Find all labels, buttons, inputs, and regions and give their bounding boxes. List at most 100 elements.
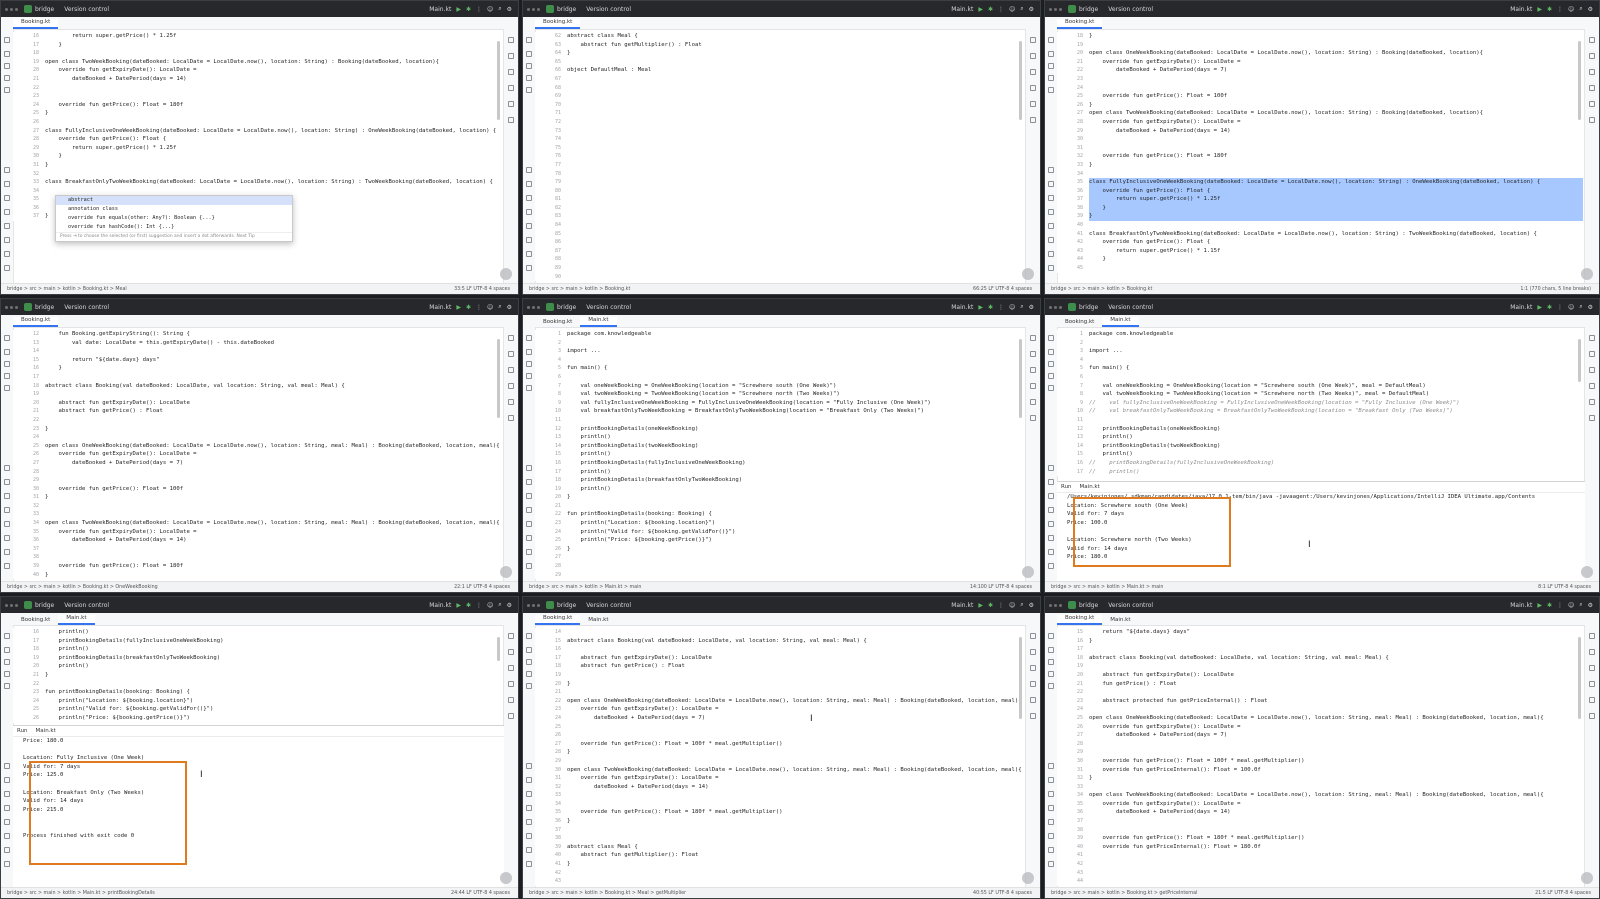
window-control-dot[interactable] — [10, 305, 13, 309]
tool-window-icon[interactable] — [4, 181, 10, 187]
tool-window-icon[interactable] — [526, 535, 532, 541]
tool-window-icon[interactable] — [1048, 75, 1054, 81]
version-control-menu[interactable]: Version control — [64, 304, 109, 311]
tool-window-icon[interactable] — [4, 647, 10, 653]
tool-window-icon[interactable] — [1030, 335, 1036, 341]
tab-booking-kt[interactable]: Booking.kt — [1057, 19, 1103, 29]
breadcrumb[interactable]: bridge > src > main > kotlin > Main.kt >… — [1, 891, 155, 896]
tool-window-icon[interactable] — [4, 763, 10, 769]
code-editor[interactable]: fun Booking.getExpiryString(): String { … — [45, 330, 502, 584]
bug-icon[interactable]: ✱ — [988, 304, 993, 311]
code-editor[interactable]: package com.knowledgeable import ... fun m… — [567, 330, 1024, 584]
window-control-dot[interactable] — [537, 7, 540, 11]
ai-assistant-icon[interactable] — [1022, 268, 1034, 280]
tool-window-icon[interactable] — [4, 209, 10, 215]
tool-window-icon[interactable] — [4, 479, 10, 485]
tool-window-icon[interactable] — [508, 415, 514, 421]
tool-window-icon[interactable] — [526, 373, 532, 379]
window-control-dot[interactable] — [1054, 7, 1057, 11]
tool-window-icon[interactable] — [4, 563, 10, 569]
project-name[interactable]: bridge — [35, 602, 54, 609]
tool-window-icon[interactable] — [4, 535, 10, 541]
tool-window-icon[interactable] — [508, 713, 514, 719]
tool-window-icon[interactable] — [1048, 683, 1054, 689]
play-icon[interactable]: ▶ — [1537, 304, 1542, 311]
version-control-menu[interactable]: Version control — [586, 304, 631, 311]
tool-window-icon[interactable] — [1589, 399, 1595, 405]
tool-window-icon[interactable] — [1048, 181, 1054, 187]
tool-window-icon[interactable] — [4, 195, 10, 201]
tool-window-icon[interactable] — [1048, 847, 1054, 853]
tool-window-icon[interactable] — [1048, 373, 1054, 379]
window-control-dot[interactable] — [1054, 603, 1057, 607]
tool-window-icon[interactable] — [4, 87, 10, 93]
run-config-select[interactable]: Main.kt — [429, 6, 451, 13]
tool-window-icon[interactable] — [4, 833, 10, 839]
tab-booking-kt[interactable]: Booking.kt — [13, 617, 58, 625]
window-control-dot[interactable] — [532, 7, 535, 11]
account-icon[interactable]: ☺ — [1568, 304, 1574, 311]
tool-window-icon[interactable] — [1048, 479, 1054, 485]
tool-window-icon[interactable] — [4, 63, 10, 69]
tool-window-icon[interactable] — [526, 465, 532, 471]
tool-window-icon[interactable] — [526, 549, 532, 555]
caret-position[interactable]: 24:44 LF UTF-8 4 spaces — [451, 891, 518, 896]
tool-window-icon[interactable] — [1048, 335, 1054, 341]
tool-window-icon[interactable] — [1030, 101, 1036, 107]
tool-window-icon[interactable] — [4, 361, 10, 367]
tool-window-icon[interactable] — [4, 75, 10, 81]
window-control-dot[interactable] — [527, 603, 530, 607]
breadcrumb[interactable]: bridge > src > main > kotlin > Main.kt >… — [523, 585, 641, 590]
ai-assistant-icon[interactable] — [500, 268, 512, 280]
gear-icon[interactable]: ⚙ — [1588, 602, 1593, 609]
tool-window-icon[interactable] — [526, 521, 532, 527]
search-icon[interactable]: ⌕ — [1579, 303, 1582, 311]
tool-window-icon[interactable] — [1030, 713, 1036, 719]
tool-window-icon[interactable] — [1048, 549, 1054, 555]
ai-assistant-icon[interactable] — [1022, 872, 1034, 884]
completion-item[interactable]: override fun hashCode(): Int {...} — [56, 223, 292, 232]
tool-window-icon[interactable] — [526, 361, 532, 367]
bug-icon[interactable]: ✱ — [988, 602, 993, 609]
tool-window-icon[interactable] — [526, 819, 532, 825]
tool-window-icon[interactable] — [4, 373, 10, 379]
tool-window-icon[interactable] — [526, 671, 532, 677]
bug-icon[interactable]: ✱ — [466, 6, 471, 13]
tool-window-icon[interactable] — [4, 223, 10, 229]
editor-scrollbar[interactable] — [1019, 339, 1022, 418]
tool-window-icon[interactable] — [4, 265, 10, 271]
code-editor[interactable]: } open class OneWeekBooking(dateBooked: L… — [1089, 32, 1583, 286]
tool-window-icon[interactable] — [526, 237, 532, 243]
tool-window-icon[interactable] — [1048, 361, 1054, 367]
tool-window-icon[interactable] — [4, 521, 10, 527]
tool-window-icon[interactable] — [508, 681, 514, 687]
tool-window-icon[interactable] — [526, 805, 532, 811]
tool-window-icon[interactable] — [4, 633, 10, 639]
window-controls[interactable] — [5, 7, 18, 11]
tool-window-icon[interactable] — [508, 399, 514, 405]
project-name[interactable]: bridge — [35, 6, 54, 13]
tool-window-icon[interactable] — [1030, 117, 1036, 123]
tool-window-icon[interactable] — [1048, 791, 1054, 797]
account-icon[interactable]: ☺ — [1009, 304, 1015, 311]
tool-window-icon[interactable] — [1048, 671, 1054, 677]
code-editor[interactable]: println() printBookingDetails(fullyInclu… — [45, 628, 502, 725]
ai-assistant-icon[interactable] — [1581, 872, 1593, 884]
tool-window-icon[interactable] — [4, 659, 10, 665]
tool-window-icon[interactable] — [1048, 861, 1054, 867]
tool-window-icon[interactable] — [1030, 415, 1036, 421]
code-editor[interactable]: abstract class Booking(val dateBooked: L… — [567, 628, 1024, 890]
play-icon[interactable]: ▶ — [978, 6, 983, 13]
editor-scrollbar[interactable] — [1578, 41, 1581, 120]
tool-window-icon[interactable] — [526, 63, 532, 69]
more-icon[interactable]: ⋮ — [476, 602, 482, 609]
tool-window-icon[interactable] — [1048, 209, 1054, 215]
version-control-menu[interactable]: Version control — [64, 6, 109, 13]
caret-position[interactable]: 40:55 LF UTF-8 4 spaces — [973, 891, 1040, 896]
caret-position[interactable]: 33:5 LF UTF-8 4 spaces — [454, 287, 518, 292]
tool-window-icon[interactable] — [526, 167, 532, 173]
tool-window-icon[interactable] — [526, 87, 532, 93]
tool-window-icon[interactable] — [1048, 563, 1054, 569]
tool-window-icon[interactable] — [526, 251, 532, 257]
breadcrumb[interactable]: bridge > src > main > kotlin > Main.kt >… — [1045, 585, 1163, 590]
